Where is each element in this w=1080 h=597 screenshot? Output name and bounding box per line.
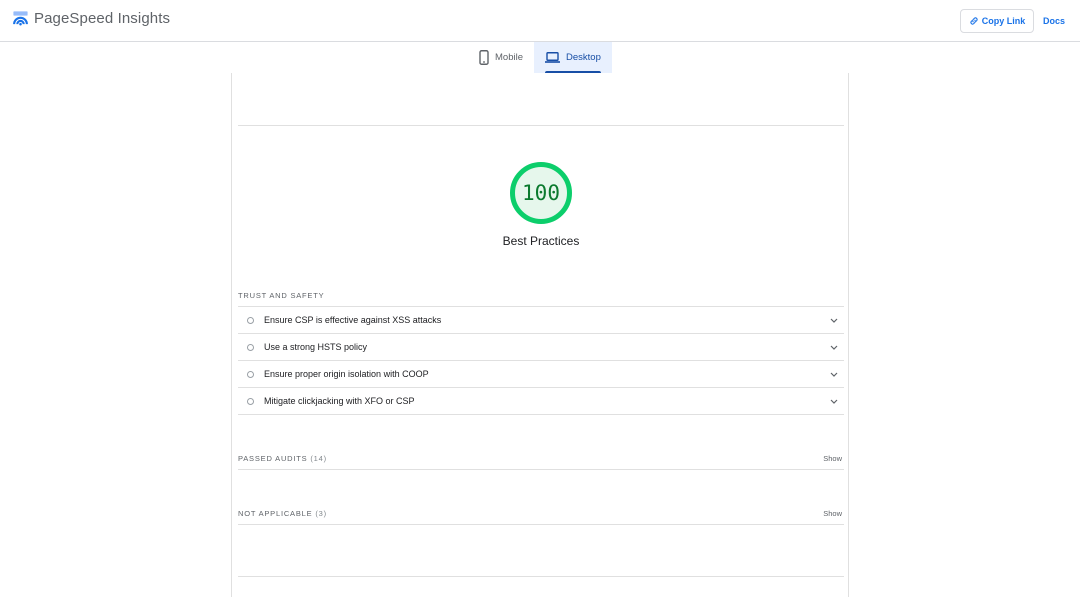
laptop-icon — [545, 52, 560, 63]
audit-status-icon — [247, 370, 254, 378]
copy-link-button[interactable]: Copy Link — [960, 9, 1034, 33]
tab-desktop-label: Desktop — [566, 52, 601, 63]
report-panel: 100 Best Practices TRUST AND SAFETY Ensu… — [231, 73, 849, 597]
smartphone-icon — [479, 50, 489, 65]
chevron-down-icon — [830, 345, 838, 350]
audit-status-icon — [247, 343, 254, 351]
app-name: PageSpeed Insights — [34, 10, 171, 27]
not-applicable-show-button[interactable]: Show — [823, 509, 842, 518]
docs-link[interactable]: Docs — [1043, 16, 1065, 26]
pagespeed-logo-icon — [13, 11, 28, 26]
passed-audits-title: PASSED AUDITS (14) — [238, 454, 327, 463]
score-value: 100 — [522, 181, 560, 205]
copy-link-label: Copy Link — [981, 16, 1026, 26]
divider — [238, 524, 844, 525]
audit-item-hsts[interactable]: Use a strong HSTS policy — [238, 334, 844, 361]
top-bar: PageSpeed Insights Copy Link Docs — [0, 0, 1080, 42]
divider — [238, 576, 844, 577]
audit-item-coop[interactable]: Ensure proper origin isolation with COOP — [238, 361, 844, 388]
link-icon — [970, 17, 978, 25]
not-applicable-title: NOT APPLICABLE (3) — [238, 509, 327, 518]
audit-title: Use a strong HSTS policy — [264, 342, 368, 352]
chevron-down-icon — [830, 318, 838, 323]
device-tabs: Mobile Desktop — [468, 42, 612, 73]
audit-status-icon — [247, 397, 254, 405]
passed-audits-label: PASSED AUDITS — [238, 454, 308, 463]
brand[interactable]: PageSpeed Insights — [12, 10, 170, 27]
score-label: Best Practices — [502, 234, 580, 248]
divider — [238, 469, 844, 470]
not-applicable-label: NOT APPLICABLE — [238, 509, 313, 518]
passed-audits-count: (14) — [310, 454, 327, 463]
audit-status-icon — [247, 316, 254, 324]
passed-audits-show-button[interactable]: Show — [823, 454, 842, 463]
not-applicable-count: (3) — [315, 509, 327, 518]
tab-mobile-label: Mobile — [495, 52, 523, 63]
audit-item-csp-xss[interactable]: Ensure CSP is effective against XSS atta… — [238, 307, 844, 334]
chevron-down-icon — [830, 399, 838, 404]
trust-safety-title: TRUST AND SAFETY — [238, 291, 325, 300]
audit-title: Ensure CSP is effective against XSS atta… — [264, 315, 442, 325]
tab-mobile[interactable]: Mobile — [468, 42, 534, 73]
divider — [238, 125, 844, 126]
tab-desktop[interactable]: Desktop — [534, 42, 612, 73]
audit-item-xfo[interactable]: Mitigate clickjacking with XFO or CSP — [238, 388, 844, 415]
chevron-down-icon — [830, 372, 838, 377]
audit-title: Ensure proper origin isolation with COOP — [264, 369, 429, 379]
audit-title: Mitigate clickjacking with XFO or CSP — [264, 396, 415, 406]
